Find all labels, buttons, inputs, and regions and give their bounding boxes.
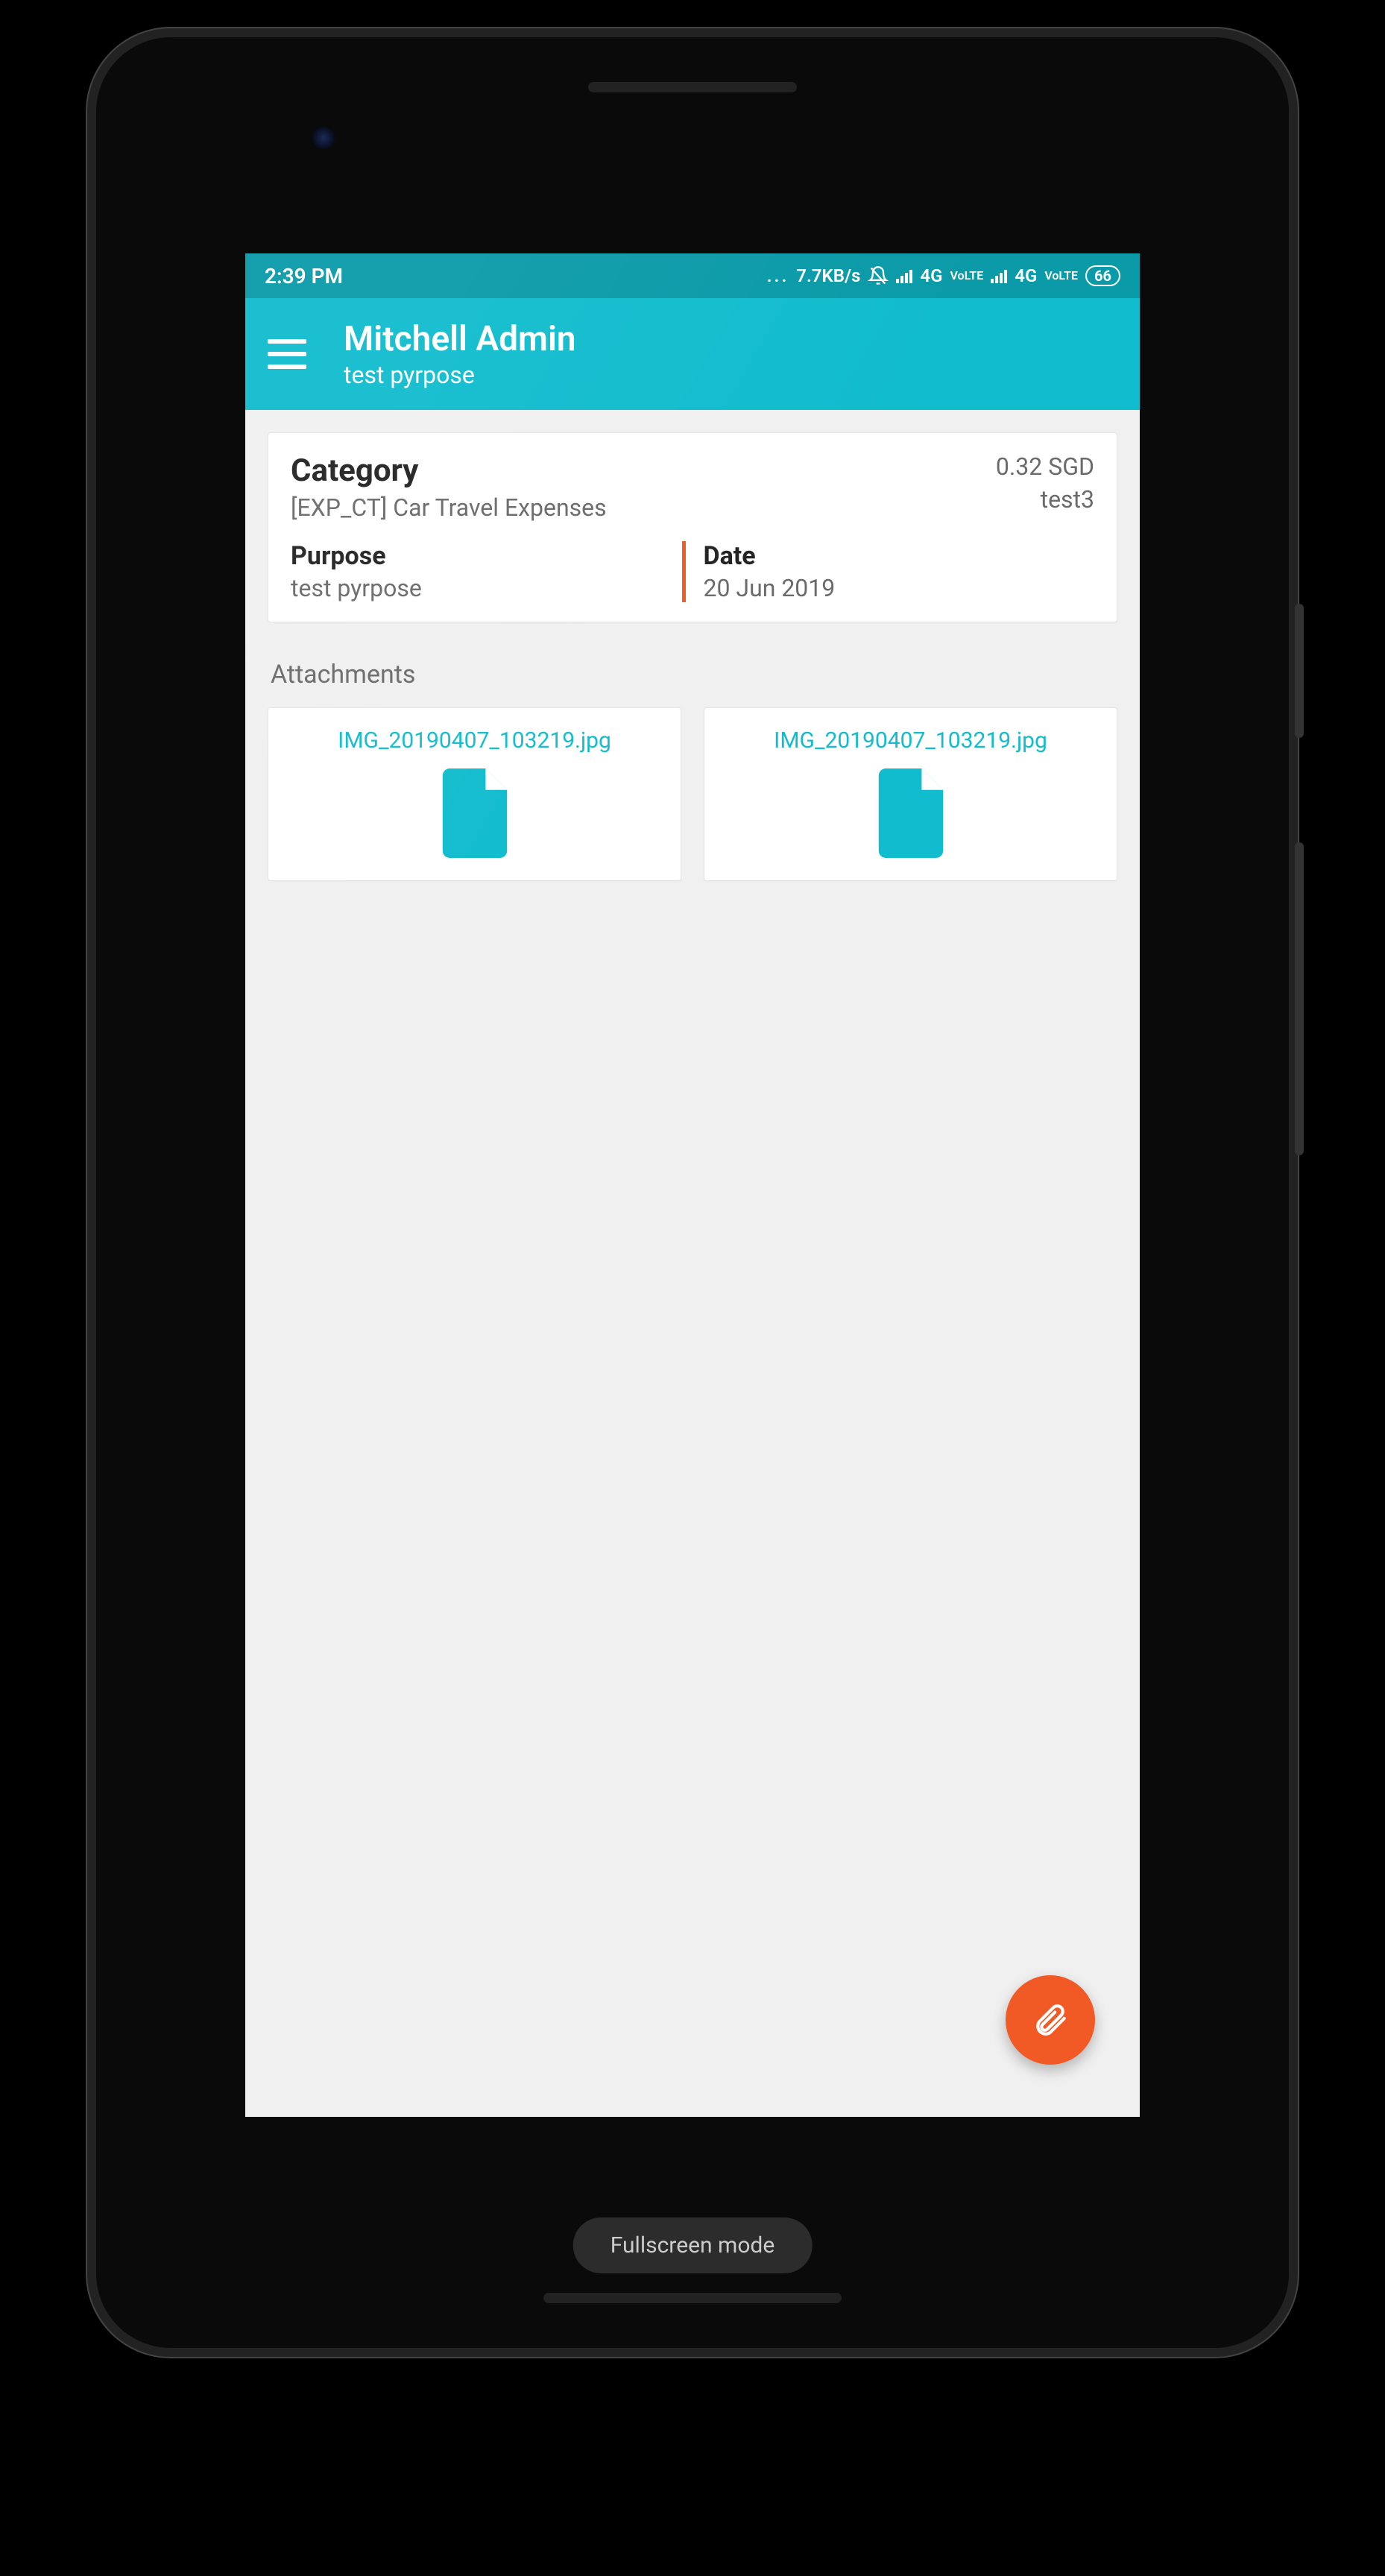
attachment-item[interactable]: IMG_20190407_103219.jpg xyxy=(268,707,681,881)
phone-side-button xyxy=(1295,604,1304,738)
date-column: Date 20 Jun 2019 xyxy=(682,541,1095,602)
category-label: Category xyxy=(291,452,607,489)
file-icon xyxy=(874,768,948,858)
page-title: Mitchell Admin xyxy=(344,319,576,360)
battery-indicator: 66 xyxy=(1085,265,1120,286)
page-subtitle: test pyrpose xyxy=(344,361,576,389)
amount-value: 0.32 SGD xyxy=(996,452,1094,481)
content: Category [EXP_CT] Car Travel Expenses 0.… xyxy=(245,410,1140,903)
purpose-value: test pyrpose xyxy=(291,574,682,602)
network-label: 4G xyxy=(1015,265,1037,286)
attachment-filename: IMG_20190407_103219.jpg xyxy=(774,726,1047,757)
screen: 2:39 PM ... 7.7KB/s 4G VoLTE 4G VoLTE 66 xyxy=(245,253,1140,2117)
phone-speaker xyxy=(588,82,797,92)
status-data-rate: 7.7KB/s xyxy=(796,265,860,286)
notifications-off-icon xyxy=(868,265,889,286)
status-right-group: ... 7.7KB/s 4G VoLTE 4G VoLTE 66 xyxy=(767,265,1120,286)
category-value: [EXP_CT] Car Travel Expenses xyxy=(291,493,607,522)
purpose-label: Purpose xyxy=(291,541,682,571)
purpose-column: Purpose test pyrpose xyxy=(291,541,682,602)
app-bar: Mitchell Admin test pyrpose xyxy=(245,298,1140,410)
paperclip-icon xyxy=(1032,2001,1069,2039)
phone-frame: 2:39 PM ... 7.7KB/s 4G VoLTE 4G VoLTE 66 xyxy=(96,37,1289,2348)
volte-label: VoLTE xyxy=(1044,270,1078,282)
fullscreen-mode-pill[interactable]: Fullscreen mode xyxy=(573,2217,813,2273)
phone-camera xyxy=(312,127,335,149)
phone-side-button xyxy=(1295,842,1304,1155)
expense-card: Category [EXP_CT] Car Travel Expenses 0.… xyxy=(268,432,1117,622)
attachments-row: IMG_20190407_103219.jpg IMG_20190407_103… xyxy=(268,707,1117,881)
date-value: 20 Jun 2019 xyxy=(704,574,1095,602)
signal-icon xyxy=(991,268,1007,283)
menu-icon[interactable] xyxy=(268,339,306,369)
network-label: 4G xyxy=(920,265,942,286)
attachments-label: Attachments xyxy=(271,660,1117,689)
card-bottom-row: Purpose test pyrpose Date 20 Jun 2019 xyxy=(291,541,1094,602)
app-bar-titles: Mitchell Admin test pyrpose xyxy=(344,319,576,388)
card-top-row: Category [EXP_CT] Car Travel Expenses 0.… xyxy=(291,452,1094,522)
status-dots: ... xyxy=(767,265,789,286)
attachment-item[interactable]: IMG_20190407_103219.jpg xyxy=(704,707,1117,881)
phone-bottom-speaker xyxy=(543,2293,842,2303)
volte-label: VoLTE xyxy=(950,270,984,282)
status-bar: 2:39 PM ... 7.7KB/s 4G VoLTE 4G VoLTE 66 xyxy=(245,253,1140,298)
status-time: 2:39 PM xyxy=(265,264,343,288)
signal-icon xyxy=(896,268,912,283)
file-icon xyxy=(438,768,512,858)
account-value: test3 xyxy=(996,485,1094,514)
attach-fab-button[interactable] xyxy=(1006,1975,1095,2065)
attachment-filename: IMG_20190407_103219.jpg xyxy=(338,726,611,757)
date-label: Date xyxy=(704,541,1095,571)
